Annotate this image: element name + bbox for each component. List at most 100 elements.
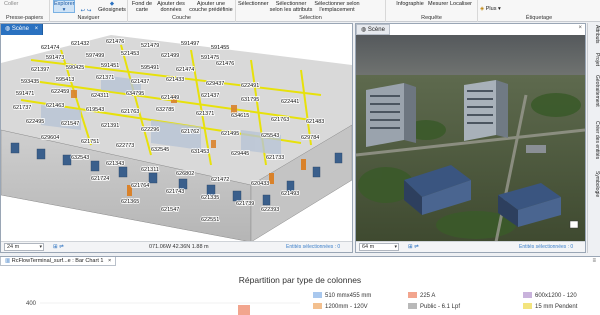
tab-project[interactable]: Projet	[589, 53, 600, 66]
tab-label: Scène	[11, 26, 29, 32]
legend-item[interactable]: Public - 6.1 Lpf	[408, 303, 460, 310]
feature-label: 629445	[231, 151, 249, 157]
scale-selector[interactable]: 24 m ▾	[4, 243, 44, 251]
feature-label: 621763	[271, 117, 289, 123]
select-by-attributes-button[interactable]: Sélectionner selon les attributs	[269, 1, 313, 13]
legend-item[interactable]: 1200mm - 120V	[313, 303, 368, 310]
feature-label: 621432	[71, 41, 89, 47]
ribbon-group-label: Étiquetage	[525, 15, 553, 21]
feature-label: 591497	[181, 41, 199, 47]
feature-label: 621371	[96, 75, 114, 81]
legend-item[interactable]: 510 mmx455 mm	[313, 292, 371, 299]
tag-icon: ◈	[480, 6, 485, 12]
tab-scene-left[interactable]: ◍ Scène ×	[1, 24, 44, 35]
paste-button[interactable]: Coller	[4, 1, 34, 7]
feature-label: 593435	[21, 79, 39, 85]
feature-label: 621474	[41, 45, 59, 51]
more-button[interactable]: ◈ Plus ▾	[480, 6, 506, 12]
bookmarks-button[interactable]: ◆ Géosignets	[97, 1, 127, 13]
infographic-button[interactable]: Infographie	[396, 1, 424, 7]
ribbon-group-selection: Sélectionner Sélectionner selon les attr…	[236, 0, 386, 22]
legend-item[interactable]: 15 mm Pendent	[523, 303, 577, 310]
scene-canvas[interactable]	[356, 35, 585, 241]
feature-label: 626802	[176, 171, 194, 177]
legend-label: 225 A	[420, 293, 436, 299]
scale-tools-icon[interactable]: ⊞ ⇌	[408, 242, 419, 253]
feature-label: 595491	[141, 65, 159, 71]
feature-label: 622459	[51, 89, 69, 95]
feature-label: 621764	[131, 183, 149, 189]
scale-tools-icon[interactable]: ⊞ ⇌	[53, 242, 64, 253]
legend-label: Public - 6.1 Lpf	[420, 304, 461, 310]
close-icon[interactable]: ×	[35, 26, 39, 32]
legend-swatch	[313, 303, 322, 309]
select-button[interactable]: Sélectionner	[238, 1, 269, 7]
feature-label: 621474	[176, 67, 194, 73]
tab-attributes[interactable]: Attributs	[589, 25, 600, 43]
globe-icon: ◍	[361, 27, 367, 33]
ribbon-group-label: Presse-papiers	[6, 15, 43, 21]
feature-label: 621724	[91, 176, 109, 182]
feature-label: 621493	[281, 191, 299, 197]
legend-item[interactable]: 600x1200 - 120	[523, 292, 577, 299]
feature-label: 621449	[161, 95, 179, 101]
scale-selector[interactable]: 64 m ▾	[359, 243, 399, 251]
add-data-button[interactable]: Ajouter des données	[154, 1, 188, 13]
close-icon[interactable]: ×	[108, 258, 111, 264]
tab-bar-chart[interactable]: ▥ RcFlowTerminal_surf...e : Bar Chart 1 …	[0, 257, 117, 266]
right-scene-view[interactable]: ◍ Scène × 64 m ▾ ⊞ ⇌ Entités sélectionné…	[355, 23, 586, 253]
feature-label: 621391	[101, 123, 119, 129]
ribbon-group-label: Naviguer	[77, 15, 100, 21]
ribbon: Coller Presse-papiers Explorer ▾ ↩ ↪ ◆ G…	[0, 0, 600, 22]
close-icon[interactable]: ×	[578, 25, 582, 31]
locate-button[interactable]: Localiser	[450, 1, 472, 7]
ribbon-group-label: Couche	[172, 15, 191, 21]
feature-label: 621343	[106, 161, 124, 167]
feature-label: 620433	[251, 181, 269, 187]
basemap-button[interactable]: Fond de carte	[130, 1, 154, 13]
add-preset-layer-button[interactable]: Ajouter une couche prédéfinie	[188, 1, 234, 13]
feature-label: 621762	[181, 129, 199, 135]
feature-label: 521479	[141, 43, 159, 49]
bar-225-a[interactable]	[238, 305, 250, 315]
scale-value: 24 m	[7, 244, 20, 250]
left-scene-view[interactable]: ◍ Scène × 621474 621432 621476 521479 59…	[0, 23, 353, 253]
measure-button[interactable]: Mesurer	[428, 1, 448, 7]
ribbon-group-navigate: Explorer ▾ ↩ ↪ ◆ Géosignets Naviguer	[50, 0, 128, 22]
legend-swatch	[523, 303, 532, 309]
ribbon-group-labeling: ◈ Plus ▾ Étiquetage	[478, 0, 600, 22]
feature-label: 621335	[201, 195, 219, 201]
chart-plot-area: 400	[26, 301, 300, 315]
feature-label: 621743	[166, 189, 184, 195]
feature-label: 621437	[201, 93, 219, 99]
navigator-icon[interactable]	[569, 220, 579, 229]
globe-icon: ◍	[5, 26, 11, 32]
select-by-location-button[interactable]: Sélectionner selon l'emplacement	[314, 1, 360, 13]
left-status-bar: 24 m ▾ ⊞ ⇌ 071.06W 42.36N 1.88 m Entités…	[1, 241, 352, 252]
city-3d-view	[356, 35, 585, 241]
feature-label: 625543	[261, 133, 279, 139]
feature-label: 624311	[91, 93, 109, 99]
selected-features-count[interactable]: Entités sélectionnées : 0	[286, 243, 348, 251]
feature-label: 632545	[151, 147, 169, 153]
chevron-down-icon: ▾	[394, 244, 397, 250]
scene-canvas[interactable]: 621474 621432 621476 521479 591497 591455 5914…	[1, 35, 352, 241]
legend-item[interactable]: 225 A	[408, 292, 435, 299]
feature-label: 632785	[156, 107, 174, 113]
tab-symbology[interactable]: Symbologie	[589, 171, 600, 197]
feature-label: 621733	[266, 155, 284, 161]
feature-label: 621365	[121, 199, 139, 205]
feature-label: 621371	[196, 111, 214, 117]
selected-features-count[interactable]: Entités sélectionnées : 0	[519, 243, 581, 251]
feature-label: 621472	[211, 177, 229, 183]
tab-label: RcFlowTerminal_surf...e : Bar Chart 1	[11, 258, 104, 264]
feature-label: 621737	[13, 105, 31, 111]
tab-scene-right[interactable]: ◍ Scène	[356, 24, 390, 35]
tab-create-features[interactable]: Créer des entités	[589, 121, 600, 159]
nav-arrows-icon[interactable]: ↩ ↪	[76, 8, 96, 14]
feature-label: 622773	[116, 143, 134, 149]
menu-icon[interactable]: ≡	[592, 258, 596, 264]
explore-button[interactable]: Explorer ▾	[53, 0, 75, 13]
feature-label: 621499	[161, 53, 179, 59]
tab-geoprocessing[interactable]: Géotraitement	[589, 75, 600, 107]
